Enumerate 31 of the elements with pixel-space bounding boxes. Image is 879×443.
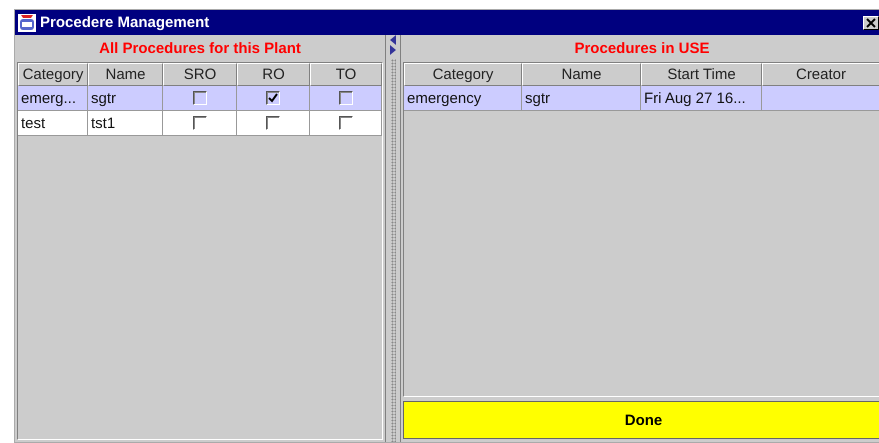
collapse-left-arrow-icon[interactable] <box>390 35 396 45</box>
table-cell: tst1 <box>88 111 163 136</box>
table-cell: sgtr <box>88 86 163 111</box>
checkbox[interactable] <box>338 91 352 105</box>
table-row[interactable]: test tst1 <box>18 111 382 136</box>
done-button[interactable]: Done <box>403 401 879 439</box>
column-header[interactable]: TO <box>310 63 382 86</box>
table-cell: sgtr <box>522 86 641 111</box>
column-header[interactable]: Start Time <box>641 63 762 86</box>
table-row[interactable]: emerg... sgtr <box>18 86 382 111</box>
app-icon <box>17 12 37 32</box>
close-button[interactable] <box>863 16 879 30</box>
panel-title: All Procedures for this Plant <box>98 39 302 59</box>
column-header[interactable]: Category <box>18 63 88 86</box>
column-header[interactable]: Name <box>522 63 641 86</box>
column-header[interactable]: Creator <box>762 63 879 86</box>
table-cell: test <box>18 111 88 136</box>
column-header[interactable]: Name <box>88 63 163 86</box>
expand-right-arrow-icon[interactable] <box>390 45 396 55</box>
checkbox[interactable] <box>266 91 280 105</box>
table-cell: emergency <box>404 86 522 111</box>
splitter-handle[interactable] <box>390 59 396 442</box>
table-row[interactable]: emergency sgtr Fri Aug 27 16... <box>404 86 879 111</box>
window-title: Procedere Management <box>40 14 210 31</box>
column-header[interactable]: SRO <box>163 63 237 86</box>
column-header[interactable]: RO <box>237 63 310 86</box>
table-cell: Fri Aug 27 16... <box>641 86 762 111</box>
table-cell: emerg... <box>18 86 88 111</box>
checkbox[interactable] <box>192 91 206 105</box>
panel-title: Procedures in USE <box>573 39 711 59</box>
column-header[interactable]: Category <box>404 63 522 86</box>
